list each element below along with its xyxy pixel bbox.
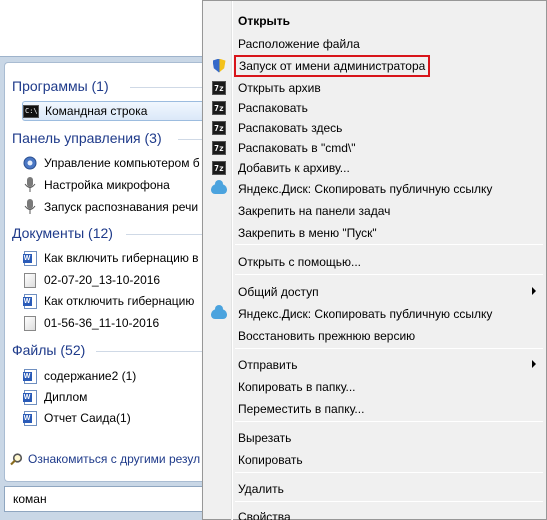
submenu-arrow-icon xyxy=(532,360,536,368)
group-heading-programs[interactable]: Программы (1) xyxy=(12,78,109,94)
microphone-icon xyxy=(22,177,38,193)
menu-separator xyxy=(235,501,543,502)
result-item-microphone-setup[interactable]: Настройка микрофона xyxy=(22,175,210,195)
submenu-arrow-icon xyxy=(532,287,536,295)
menu-item-properties[interactable]: Свойства xyxy=(205,506,544,520)
result-item-file[interactable]: содержание2 (1) xyxy=(22,366,210,386)
menu-item-open[interactable]: Открыть xyxy=(205,10,544,31)
menu-item-add-to-archive[interactable]: 7z Добавить к архиву... xyxy=(205,157,544,178)
result-item-document[interactable]: Как отключить гибернацию xyxy=(22,291,210,311)
menu-item-open-archive[interactable]: 7z Открыть архив xyxy=(205,77,544,98)
result-item-file[interactable]: Диплом xyxy=(22,387,210,407)
result-item-speech-recognition[interactable]: Запуск распознавания речи xyxy=(22,197,210,217)
menu-separator xyxy=(235,244,543,245)
menu-item-yandex-disk-link[interactable]: Яндекс.Диск: Скопировать публичную ссылк… xyxy=(205,303,544,324)
archive-icon: 7z xyxy=(208,97,230,118)
menu-item-file-location[interactable]: Расположение файла xyxy=(205,33,544,54)
yandex-disk-icon xyxy=(208,303,230,324)
menu-item-restore-previous-version[interactable]: Восстановить прежнюю версию xyxy=(205,325,544,346)
word-doc-icon xyxy=(22,389,38,405)
result-label: 02-07-20_13-10-2016 xyxy=(44,273,161,287)
group-heading-files[interactable]: Файлы (52) xyxy=(12,342,85,358)
result-label: Настройка микрофона xyxy=(44,178,170,192)
menu-item-run-as-admin[interactable]: Запуск от имени администратора xyxy=(205,54,544,77)
search-input[interactable]: коман xyxy=(4,486,210,512)
file-icon xyxy=(22,272,38,288)
result-item-document[interactable]: 02-07-20_13-10-2016 xyxy=(22,270,210,290)
result-label: содержание2 (1) xyxy=(44,369,137,383)
menu-item-delete[interactable]: Удалить xyxy=(205,478,544,499)
see-more-results-link[interactable]: Ознакомиться с другими резул xyxy=(10,452,200,466)
word-doc-icon xyxy=(22,250,38,266)
menu-separator xyxy=(235,274,543,275)
menu-item-extract-to-cmd[interactable]: 7z Распаковать в "cmd\" xyxy=(205,137,544,158)
result-label: Управление компьютером б xyxy=(44,156,200,170)
result-item-document[interactable]: Как включить гибернацию в xyxy=(22,248,210,268)
result-label: Запуск распознавания речи xyxy=(44,200,199,214)
result-item-command-prompt[interactable]: C:\ Командная строка xyxy=(22,101,210,121)
menu-item-send-to[interactable]: Отправить xyxy=(205,354,544,375)
cmd-icon: C:\ xyxy=(23,103,39,119)
menu-separator xyxy=(235,472,543,473)
search-icon xyxy=(10,452,23,466)
result-label: Как включить гибернацию в xyxy=(44,251,199,265)
result-item-computer-management[interactable]: Управление компьютером б xyxy=(22,153,210,173)
see-more-results-label: Ознакомиться с другими резул xyxy=(28,452,201,466)
archive-icon: 7z xyxy=(208,137,230,158)
menu-item-pin-to-start[interactable]: Закрепить в меню "Пуск" xyxy=(205,222,544,243)
menu-item-open-with[interactable]: Открыть с помощью... xyxy=(205,251,544,272)
group-divider xyxy=(130,87,210,88)
menu-item-pin-to-taskbar[interactable]: Закрепить на панели задач xyxy=(205,200,544,221)
group-heading-control-panel[interactable]: Панель управления (3) xyxy=(12,130,162,146)
result-item-file[interactable]: Отчет Саида(1) xyxy=(22,408,210,428)
menu-separator xyxy=(235,421,543,422)
menu-item-cut[interactable]: Вырезать xyxy=(205,427,544,448)
menu-item-share[interactable]: Общий доступ xyxy=(205,281,544,302)
menu-separator xyxy=(235,348,543,349)
microphone-icon xyxy=(22,199,38,215)
computer-management-icon xyxy=(22,155,38,171)
group-divider xyxy=(126,234,210,235)
search-input-value: коман xyxy=(13,492,47,506)
menu-item-move-to-folder[interactable]: Переместить в папку... xyxy=(205,398,544,419)
menu-item-copy[interactable]: Копировать xyxy=(205,449,544,470)
yandex-disk-icon xyxy=(208,178,230,199)
result-item-document[interactable]: 01-56-36_11-10-2016 xyxy=(22,313,210,333)
uac-shield-icon xyxy=(208,55,230,76)
result-label: 01-56-36_11-10-2016 xyxy=(44,316,160,330)
word-doc-icon xyxy=(22,293,38,309)
archive-icon: 7z xyxy=(208,117,230,138)
context-menu: Открыть Расположение файла Запуск от име… xyxy=(202,0,547,520)
word-doc-icon xyxy=(22,410,38,426)
menu-item-extract-here[interactable]: 7z Распаковать здесь xyxy=(205,117,544,138)
group-divider xyxy=(96,351,210,352)
menu-item-extract[interactable]: 7z Распаковать xyxy=(205,97,544,118)
archive-icon: 7z xyxy=(208,77,230,98)
group-heading-documents[interactable]: Документы (12) xyxy=(12,225,113,241)
result-label: Командная строка xyxy=(45,104,148,118)
result-label: Как отключить гибернацию xyxy=(44,294,195,308)
result-label: Диплом xyxy=(44,390,88,404)
result-label: Отчет Саида(1) xyxy=(44,411,131,425)
word-doc-icon xyxy=(22,368,38,384)
file-icon xyxy=(22,315,38,331)
archive-icon: 7z xyxy=(208,157,230,178)
menu-item-copy-to-folder[interactable]: Копировать в папку... xyxy=(205,376,544,397)
menu-item-yandex-disk-link[interactable]: Яндекс.Диск: Скопировать публичную ссылк… xyxy=(205,178,544,199)
